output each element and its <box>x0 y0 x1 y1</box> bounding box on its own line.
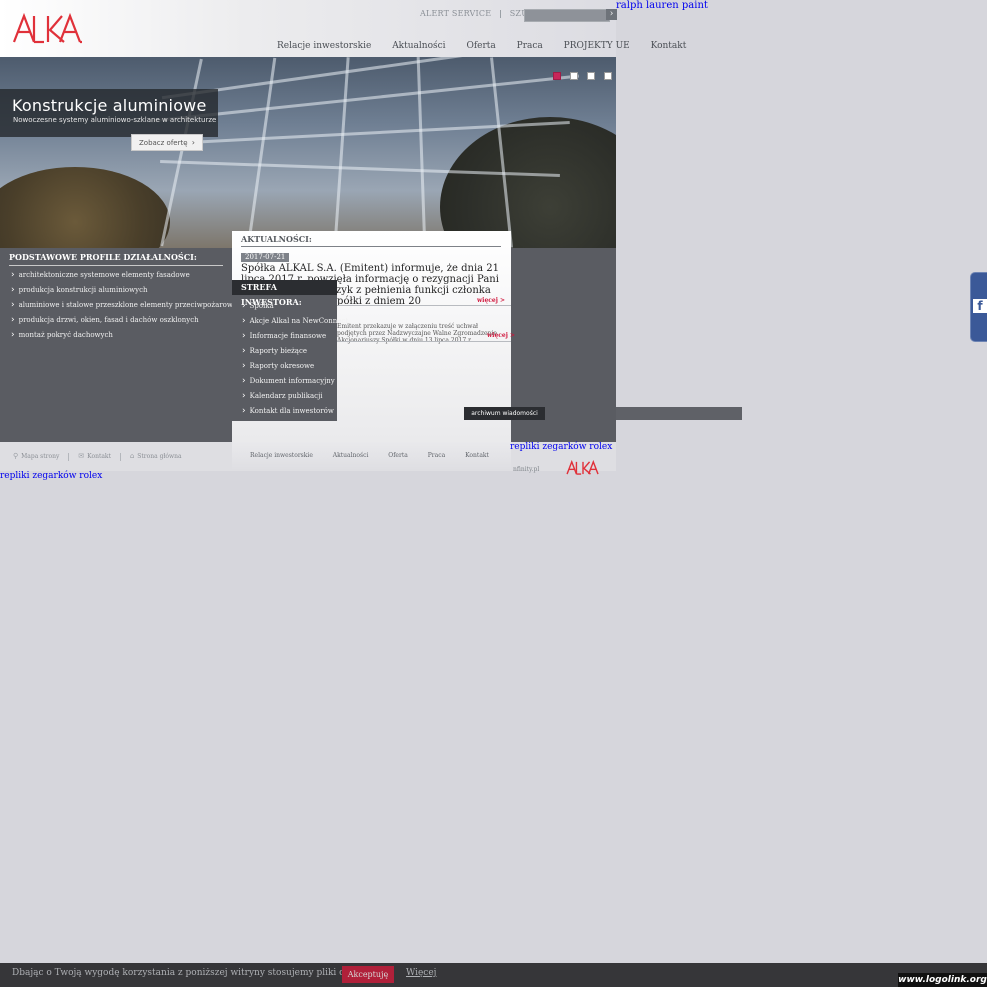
footer-home-link[interactable]: Strona główna <box>137 453 181 460</box>
profiles-heading: PODSTAWOWE PROFILE DZIAŁALNOŚCI: <box>9 252 223 266</box>
ralph-lauren-link[interactable]: ralph lauren paint <box>616 0 708 11</box>
chevron-right-icon: › <box>191 138 195 147</box>
investor-item[interactable]: Dokument informacyjny <box>242 376 348 391</box>
slider-dot[interactable] <box>553 72 561 80</box>
slider-dot[interactable] <box>587 72 595 80</box>
footer-nav-item[interactable]: Kontakt <box>465 452 489 459</box>
footer-nav-item[interactable]: Praca <box>428 452 445 459</box>
rolex-link[interactable]: repliki zegarków rolex <box>510 442 612 452</box>
investor-item[interactable]: Kontakt dla inwestorów <box>242 406 348 421</box>
profile-item[interactable]: architektoniczne systemowe elementy fasa… <box>11 270 237 285</box>
alert-service-link[interactable]: ALERT SERVICE <box>420 9 491 18</box>
investor-item[interactable]: Akcje Alkal na NewConnect <box>242 316 349 331</box>
footer-nav-item[interactable]: Oferta <box>388 452 408 459</box>
footer-nav-item[interactable]: Relacje inwestorskie <box>250 452 313 459</box>
alkal-logo-icon <box>12 12 82 44</box>
investor-item[interactable]: Raporty bieżące <box>242 346 348 361</box>
footer-contact-link[interactable]: Kontakt <box>87 453 111 460</box>
sitemap-icon: ⚲ <box>13 452 19 460</box>
hero-beam <box>416 57 427 248</box>
hero-beam <box>333 57 350 248</box>
news-second-more-link[interactable]: więcej > <box>487 332 515 339</box>
main-nav: Relacje inwestorskie Aktualności Oferta … <box>277 41 704 51</box>
footer-links: ⚲ Mapa strony ✉ Kontakt ⌂ Strona główna <box>13 452 182 461</box>
slider-dot[interactable] <box>604 72 612 80</box>
divider <box>500 10 501 18</box>
alkal-logo[interactable] <box>12 12 84 48</box>
hero-title: Konstrukcje aluminiowe <box>12 96 207 115</box>
footer-logo[interactable] <box>566 459 600 479</box>
news-date: 2017-07-21 <box>241 253 290 262</box>
hero-beam <box>160 58 203 247</box>
home-icon: ⌂ <box>129 452 135 460</box>
investor-item[interactable]: Kalendarz publikacji <box>242 391 348 406</box>
nav-item-praca[interactable]: Praca <box>517 41 543 51</box>
cookie-text: Dbając o Twoją wygodę korzystania z poni… <box>12 968 377 978</box>
hero-caption: Konstrukcje aluminiowe Nowoczesne system… <box>0 89 218 137</box>
profile-item[interactable]: produkcja konstrukcji aluminiowych <box>11 285 237 300</box>
nav-item-oferta[interactable]: Oferta <box>466 41 495 51</box>
divider <box>119 452 121 461</box>
profiles-list: architektoniczne systemowe elementy fasa… <box>11 270 237 345</box>
cookie-accept-button[interactable]: Akceptuję <box>342 966 394 983</box>
profile-item[interactable]: aluminiowe i stalowe przeszklone element… <box>11 300 237 315</box>
hero-beam <box>161 57 579 100</box>
investor-item[interactable]: Informacje finansowe <box>242 331 348 346</box>
hero-subtitle: Nowoczesne systemy aluminiowo-szklane w … <box>13 116 217 124</box>
grey-strip <box>616 407 742 420</box>
facebook-tab[interactable]: f <box>970 272 987 342</box>
logolink-watermark: www.logolink.org <box>898 973 987 987</box>
news-archive-button[interactable]: archiwum wiadomości <box>464 407 545 420</box>
hero-tree-left <box>0 167 170 248</box>
slider-dot[interactable] <box>570 72 578 80</box>
profile-item[interactable]: montaż pokryć dachowych <box>11 330 237 345</box>
news-heading: AKTUALNOŚCI: <box>241 234 501 247</box>
nav-item-relacje[interactable]: Relacje inwestorskie <box>277 41 371 51</box>
nav-item-kontakt[interactable]: Kontakt <box>651 41 687 51</box>
facebook-icon: f <box>973 299 987 313</box>
cookie-more-link[interactable]: Więcej <box>406 968 436 978</box>
mail-icon: ✉ <box>78 452 85 460</box>
profile-item[interactable]: produkcja drzwi, okien, fasad i dachów o… <box>11 315 237 330</box>
footer-nav-item[interactable]: Aktualności <box>333 452 369 459</box>
chevron-right-icon: › <box>609 9 614 19</box>
rolex-link[interactable]: repliki zegarków rolex <box>0 471 102 481</box>
footer-nav: Relacje inwestorskie Aktualności Oferta … <box>250 452 507 459</box>
investor-item[interactable]: Spółka <box>242 301 348 316</box>
search-box <box>524 9 610 28</box>
nav-item-projekty-ue[interactable]: PROJEKTY UE <box>564 41 630 51</box>
see-offer-button[interactable]: Zobacz ofertę › <box>131 134 203 151</box>
search-input[interactable] <box>525 17 609 28</box>
news-more-link[interactable]: więcej > <box>477 297 505 304</box>
footer-sitemap-link[interactable]: Mapa strony <box>21 453 59 460</box>
investor-heading: STREFA INWESTORA: <box>232 280 337 307</box>
hero-tree-right <box>440 117 616 248</box>
investor-list: Spółka Akcje Alkal na NewConnect Informa… <box>242 301 349 421</box>
divider <box>68 452 70 461</box>
hero-banner <box>0 57 616 248</box>
alkal-logo-icon <box>566 459 599 475</box>
slider-dots <box>553 65 621 84</box>
nav-item-aktualnosci[interactable]: Aktualności <box>392 41 445 51</box>
investor-item[interactable]: Raporty okresowe <box>242 361 348 376</box>
infinity-credit[interactable]: nfinity.pl <box>513 466 539 473</box>
see-offer-label: Zobacz ofertę <box>139 139 188 147</box>
divider <box>337 341 511 342</box>
